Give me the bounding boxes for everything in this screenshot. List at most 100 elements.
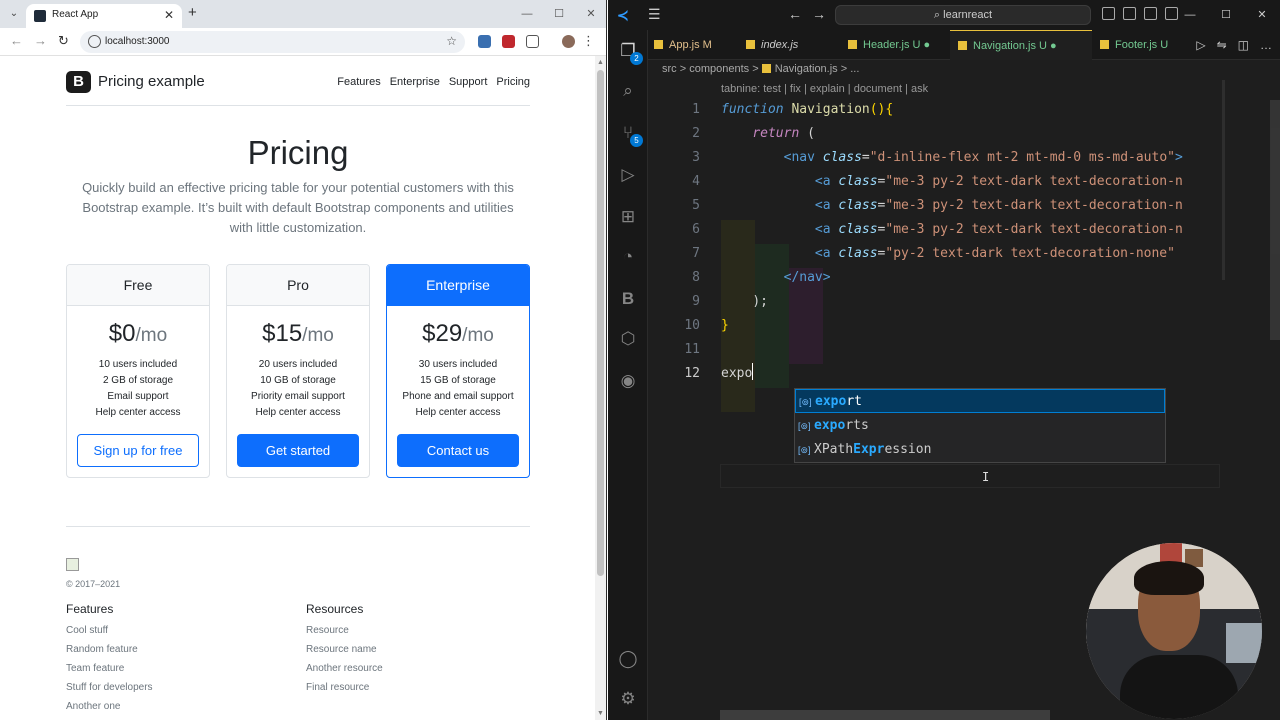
breadcrumb-item[interactable]: ... xyxy=(850,63,859,75)
suggestion-exports[interactable]: [⊚] exports xyxy=(795,414,1165,438)
tab-label: Header.js xyxy=(863,39,910,51)
git-graph-icon[interactable]: ◔ xyxy=(617,246,639,268)
bootstrap-extension-icon[interactable]: B xyxy=(617,288,639,310)
back-icon[interactable]: ← xyxy=(10,34,23,48)
code-line: 11 xyxy=(648,338,1228,362)
footer-link[interactable]: Resource name xyxy=(306,640,383,659)
footer-link[interactable]: Cool stuff xyxy=(66,621,153,640)
bookmark-star-icon[interactable]: ☆ xyxy=(446,34,457,48)
nav-link-pricing[interactable]: Pricing xyxy=(496,76,530,88)
close-tab-icon[interactable]: ✕ xyxy=(164,8,174,22)
footer-link[interactable]: Random feature xyxy=(66,640,153,659)
line-number: 2 xyxy=(692,126,700,141)
nav-link-support[interactable]: Support xyxy=(449,76,488,88)
suggestion-prefix: XPath xyxy=(814,442,854,457)
toggle-sidebar-icon[interactable] xyxy=(1102,7,1115,20)
line-number: 11 xyxy=(684,342,700,357)
contact-us-button[interactable]: Contact us xyxy=(397,434,519,467)
browser-menu-icon[interactable]: ⋮ xyxy=(582,33,595,49)
breadcrumb-item[interactable]: components xyxy=(689,63,749,75)
close-window-icon[interactable]: ✕ xyxy=(1244,0,1280,30)
line-number: 12 xyxy=(684,366,700,381)
page-scrollbar[interactable]: ▲ ▼ xyxy=(595,56,606,720)
browser-tab-bar: ⌄ React App ✕ + — ☐ ✕ xyxy=(0,0,606,28)
brand-name[interactable]: Pricing example xyxy=(98,73,205,90)
back-arrow-icon[interactable]: ← xyxy=(788,6,812,22)
nav-link-features[interactable]: Features xyxy=(337,76,380,88)
minimize-icon[interactable]: — xyxy=(1172,0,1208,30)
tab-header-js[interactable]: Header.js U ● xyxy=(848,30,930,60)
presenter-body xyxy=(1120,655,1238,719)
editor-horizontal-scrollbar[interactable] xyxy=(720,710,1050,720)
breadcrumb-item[interactable]: src xyxy=(662,63,677,75)
hamburger-menu-icon[interactable]: ☰ xyxy=(648,6,661,23)
tab-status: M xyxy=(702,39,712,51)
breadcrumb-item[interactable]: Navigation.js xyxy=(775,63,838,75)
editor-vertical-scrollbar[interactable] xyxy=(1270,60,1280,720)
footer-link[interactable]: Team feature xyxy=(66,659,153,678)
settings-gear-icon[interactable]: ⚙ xyxy=(617,688,639,710)
plan-name: Free xyxy=(67,265,209,306)
tab-navigation-js[interactable]: Navigation.js U ● xyxy=(950,30,1092,60)
toggle-panel-icon[interactable] xyxy=(1123,7,1136,20)
extensions-puzzle-icon[interactable] xyxy=(526,35,539,48)
scroll-down-icon[interactable]: ▼ xyxy=(597,710,604,717)
command-center-search[interactable]: ⌕ learnreact xyxy=(835,5,1091,25)
site-info-icon[interactable] xyxy=(88,35,101,48)
search-icon[interactable]: ⌕ xyxy=(617,80,639,102)
extensions-icon[interactable]: ⊞ xyxy=(617,206,639,228)
accounts-icon[interactable]: ◯ xyxy=(617,648,639,670)
minimize-icon[interactable]: — xyxy=(511,0,543,28)
line-number: 9 xyxy=(692,294,700,309)
forward-icon[interactable]: → xyxy=(34,34,47,48)
maximize-icon[interactable]: ☐ xyxy=(1208,0,1244,30)
code-line: 5 <a class="me-3 py-2 text-dark text-dec… xyxy=(648,194,1228,218)
tab-index-js[interactable]: index.js xyxy=(746,30,798,60)
split-editor-icon[interactable]: ◫ xyxy=(1238,38,1249,52)
tab-footer-js[interactable]: Footer.js U xyxy=(1100,30,1168,60)
maximize-icon[interactable]: ☐ xyxy=(543,0,575,28)
footer-link[interactable]: Another one xyxy=(66,697,153,716)
profile-avatar[interactable] xyxy=(562,35,575,48)
remote-explorer-icon[interactable]: ◉ xyxy=(617,370,639,392)
tab-search-icon[interactable]: ⌄ xyxy=(6,6,22,22)
get-started-button[interactable]: Get started xyxy=(237,434,359,467)
bootstrap-logo-icon[interactable]: B xyxy=(66,71,91,93)
footer-link[interactable]: Final resource xyxy=(306,678,383,697)
minimap[interactable] xyxy=(1222,80,1225,280)
line-number: 8 xyxy=(692,270,700,285)
tab-label: Navigation.js xyxy=(973,40,1036,52)
footer-link[interactable]: Resource xyxy=(306,621,383,640)
tabnine-icon[interactable]: ⬡ xyxy=(617,328,639,350)
run-debug-icon[interactable]: ▷ xyxy=(617,164,639,186)
scrollbar-thumb[interactable] xyxy=(597,70,604,576)
jsx-tag: </nav> xyxy=(783,270,831,285)
tabnine-codelens[interactable]: tabnine: test | fix | explain | document… xyxy=(721,83,928,95)
tab-app-js[interactable]: App.js M xyxy=(654,30,712,60)
extension-shield-icon[interactable] xyxy=(502,35,515,48)
line-number: 10 xyxy=(684,318,700,333)
new-tab-icon[interactable]: + xyxy=(188,4,197,21)
pricing-page: B Pricing example Features Enterprise Su… xyxy=(0,56,596,720)
reload-icon[interactable]: ↻ xyxy=(58,34,69,48)
scrollbar-thumb[interactable] xyxy=(1270,100,1280,340)
forward-arrow-icon[interactable]: → xyxy=(812,6,836,22)
suggestion-xpathexpression[interactable]: [⊚] XPathExpression xyxy=(795,438,1165,462)
extension-icon[interactable] xyxy=(478,35,491,48)
scroll-up-icon[interactable]: ▲ xyxy=(597,59,604,66)
nav-link-enterprise[interactable]: Enterprise xyxy=(390,76,440,88)
suggestion-export[interactable]: [⊚] export xyxy=(795,389,1165,413)
more-actions-icon[interactable]: … xyxy=(1260,38,1272,52)
run-icon[interactable]: ▷ xyxy=(1196,38,1205,52)
punctuation: (){ xyxy=(869,102,894,117)
compare-icon[interactable]: ⇋ xyxy=(1217,38,1227,52)
sign-up-button[interactable]: Sign up for free xyxy=(77,434,199,467)
suggestion-match: expo xyxy=(814,418,846,433)
address-bar[interactable]: localhost:3000 ☆ xyxy=(80,31,465,53)
footer-link[interactable]: Stuff for developers xyxy=(66,678,153,697)
footer-link[interactable]: Another resource xyxy=(306,659,383,678)
close-window-icon[interactable]: ✕ xyxy=(575,0,606,28)
browser-tab-react-app[interactable]: React App ✕ xyxy=(26,4,182,28)
toggle-secondary-sidebar-icon[interactable] xyxy=(1144,7,1157,20)
js-file-icon xyxy=(848,40,857,49)
